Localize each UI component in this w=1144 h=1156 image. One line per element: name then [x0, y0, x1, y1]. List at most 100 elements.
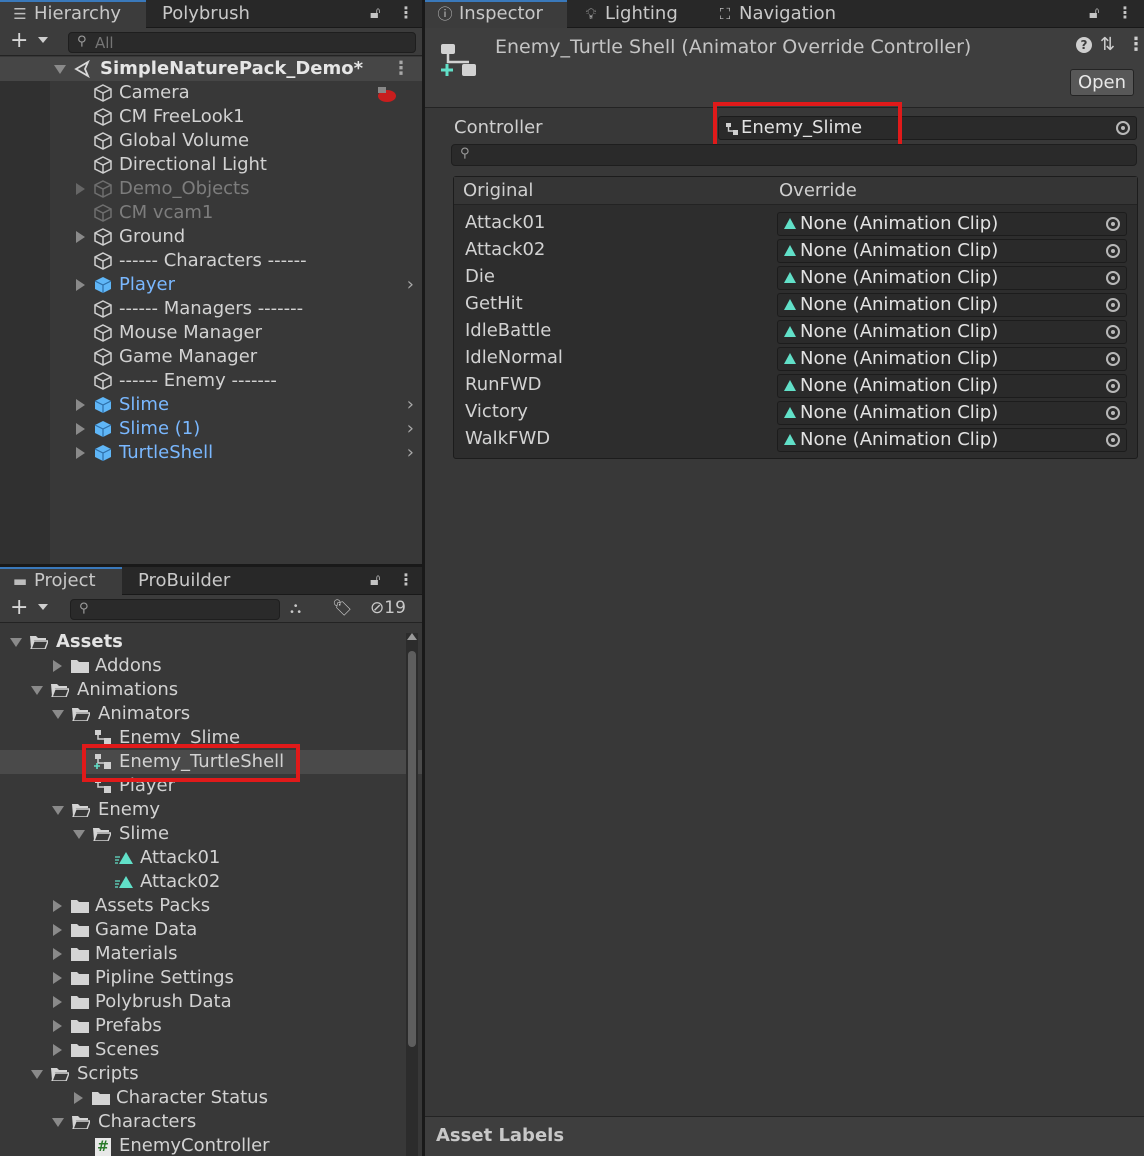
override-clip-field[interactable]: None (Animation Clip)	[777, 347, 1127, 371]
horizontal-splitter[interactable]	[0, 564, 422, 567]
project-search-input[interactable]	[97, 600, 264, 619]
override-clip-field[interactable]: None (Animation Clip)	[777, 401, 1127, 425]
collapse-arrow-icon[interactable]	[52, 1118, 64, 1127]
hierarchy-row[interactable]: Game Manager	[0, 345, 422, 369]
project-tree-item[interactable]: Assets Packs	[0, 894, 422, 918]
expand-arrow-icon[interactable]	[54, 65, 66, 74]
collapse-arrow-icon[interactable]	[52, 806, 64, 815]
expand-arrow-icon[interactable]	[76, 447, 85, 459]
object-picker-icon[interactable]	[1106, 271, 1120, 285]
tab-lighting[interactable]: 💡︎ Lighting	[571, 0, 697, 28]
project-tree-item[interactable]: Scenes	[0, 1038, 422, 1062]
collapse-arrow-icon[interactable]	[31, 686, 43, 695]
project-tree-item[interactable]: Assets	[0, 630, 422, 654]
hierarchy-row[interactable]: ------ Characters ------	[0, 249, 422, 273]
tab-project[interactable]: ▬ Project	[0, 567, 122, 595]
hierarchy-row[interactable]: Slime (1) ›	[0, 417, 422, 441]
chevron-right-icon[interactable]: ›	[407, 441, 414, 465]
kebab-menu-icon[interactable]: ⋮	[392, 57, 410, 81]
lock-icon[interactable]: 🔓︎	[1089, 0, 1099, 28]
hidden-packages-toggle[interactable]: ⊘19	[370, 598, 406, 618]
project-tree-item[interactable]: Prefabs	[0, 1014, 422, 1038]
project-tree-item[interactable]: Enemy	[0, 798, 422, 822]
expand-arrow-icon[interactable]	[53, 996, 62, 1008]
hierarchy-row[interactable]: ------ Managers -------	[0, 297, 422, 321]
tab-navigation[interactable]: ⛶ Navigation	[705, 0, 855, 28]
tab-inspector[interactable]: ⓘ Inspector	[425, 0, 567, 28]
kebab-menu-icon[interactable]: ⋮	[398, 0, 414, 28]
hierarchy-row[interactable]: Global Volume	[0, 129, 422, 153]
vertical-splitter[interactable]	[422, 0, 425, 1156]
project-tree-item[interactable]: Characters	[0, 1110, 422, 1134]
expand-arrow-icon[interactable]	[53, 948, 62, 960]
create-button[interactable]: +	[10, 30, 28, 52]
project-scrollbar[interactable]	[406, 633, 418, 1156]
override-clip-field[interactable]: None (Animation Clip)	[777, 428, 1127, 452]
chevron-right-icon[interactable]: ›	[407, 417, 414, 441]
hierarchy-row[interactable]: Player ›	[0, 273, 422, 297]
hierarchy-row[interactable]: CM vcam1	[0, 201, 422, 225]
expand-arrow-icon[interactable]	[53, 972, 62, 984]
open-button[interactable]: Open	[1070, 69, 1134, 96]
project-scroll-thumb[interactable]	[408, 651, 416, 1047]
object-picker-icon[interactable]	[1106, 433, 1120, 447]
expand-arrow-icon[interactable]	[76, 231, 85, 243]
project-tree-item[interactable]: # EnemyController	[0, 1134, 422, 1156]
chevron-down-icon[interactable]	[38, 37, 48, 43]
hierarchy-search[interactable]: ⚲	[68, 32, 416, 53]
collapse-arrow-icon[interactable]	[10, 638, 22, 647]
expand-arrow-icon[interactable]	[76, 279, 85, 291]
override-clip-field[interactable]: None (Animation Clip)	[777, 374, 1127, 398]
expand-arrow-icon[interactable]	[76, 183, 85, 195]
object-picker-icon[interactable]	[1106, 406, 1120, 420]
hierarchy-row[interactable]: TurtleShell ›	[0, 441, 422, 465]
expand-arrow-icon[interactable]	[53, 1020, 62, 1032]
hierarchy-row[interactable]: Directional Light	[0, 153, 422, 177]
project-tree-item[interactable]: Attack01	[0, 846, 422, 870]
expand-arrow-icon[interactable]	[53, 924, 62, 936]
project-tree-item[interactable]: Scripts	[0, 1062, 422, 1086]
scene-row[interactable]: SimpleNaturePack_Demo* ⋮	[0, 57, 422, 81]
collapse-arrow-icon[interactable]	[52, 710, 64, 719]
filter-by-type-icon[interactable]: ⛬	[290, 598, 301, 618]
kebab-menu-icon[interactable]: ⋮	[1127, 34, 1144, 55]
expand-arrow-icon[interactable]	[76, 423, 85, 435]
hierarchy-row[interactable]: CM FreeLook1	[0, 105, 422, 129]
hierarchy-row[interactable]: ------ Enemy -------	[0, 369, 422, 393]
chevron-right-icon[interactable]: ›	[407, 393, 414, 417]
override-clip-field[interactable]: None (Animation Clip)	[777, 293, 1127, 317]
expand-arrow-icon[interactable]	[53, 1044, 62, 1056]
project-tree-item[interactable]: Game Data	[0, 918, 422, 942]
override-clip-field[interactable]: None (Animation Clip)	[777, 266, 1127, 290]
object-picker-icon[interactable]	[1106, 352, 1120, 366]
collapse-arrow-icon[interactable]	[31, 1070, 43, 1079]
project-tree-item[interactable]: Polybrush Data	[0, 990, 422, 1014]
project-tree-item[interactable]: Addons	[0, 654, 422, 678]
preset-icon[interactable]: ⇅	[1100, 34, 1115, 55]
expand-arrow-icon[interactable]	[53, 900, 62, 912]
override-clip-field[interactable]: None (Animation Clip)	[777, 239, 1127, 263]
hierarchy-row[interactable]: Demo_Objects	[0, 177, 422, 201]
project-tree-item[interactable]: Attack02	[0, 870, 422, 894]
tab-polybrush[interactable]: Polybrush	[152, 0, 272, 28]
chevron-right-icon[interactable]: ›	[407, 273, 414, 297]
help-icon[interactable]: ?	[1076, 37, 1092, 53]
hierarchy-row[interactable]: Ground	[0, 225, 422, 249]
hierarchy-row[interactable]: Slime ›	[0, 393, 422, 417]
lock-icon[interactable]: 🔓︎	[370, 0, 380, 28]
chevron-down-icon[interactable]	[38, 604, 48, 610]
object-picker-icon[interactable]	[1106, 325, 1120, 339]
asset-labels-bar[interactable]: Asset Labels	[425, 1116, 1144, 1156]
tab-probuilder[interactable]: ProBuilder	[128, 567, 258, 595]
object-picker-icon[interactable]	[1116, 121, 1130, 135]
clip-search[interactable]: ⚲	[451, 144, 1137, 166]
hierarchy-row[interactable]: Camera	[0, 81, 422, 105]
expand-arrow-icon[interactable]	[53, 660, 62, 672]
project-tree-item[interactable]: Animations	[0, 678, 422, 702]
lock-icon[interactable]: 🔓︎	[370, 567, 380, 595]
object-picker-icon[interactable]	[1106, 244, 1120, 258]
project-tree-item[interactable]: Slime	[0, 822, 422, 846]
project-search[interactable]: ⚲	[70, 599, 280, 620]
scroll-up-arrow-icon[interactable]	[407, 633, 417, 640]
object-picker-icon[interactable]	[1106, 217, 1120, 231]
